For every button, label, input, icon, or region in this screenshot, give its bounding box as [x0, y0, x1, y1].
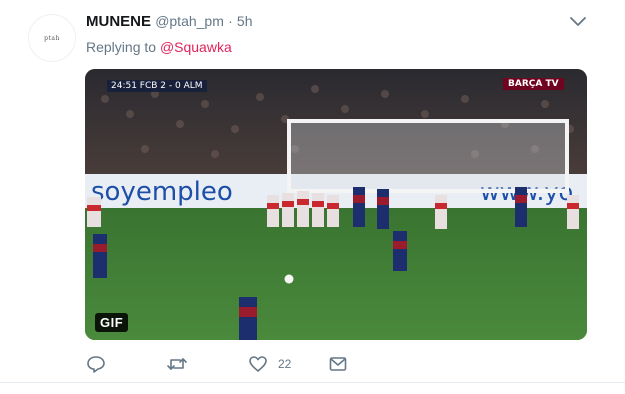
like-count: 22: [278, 357, 292, 371]
tweet-actions: 22: [86, 352, 386, 376]
football-scene: soyempleo www.yo: [85, 69, 587, 340]
direct-message-button[interactable]: [328, 352, 348, 376]
replying-to-label: Replying to: [86, 39, 157, 55]
replying-to-line: Replying to @Squawka: [86, 39, 232, 55]
tweet-divider: [0, 382, 625, 383]
author-handle[interactable]: @ptah_pm: [155, 13, 224, 29]
pitch: [85, 208, 587, 340]
football: [284, 274, 294, 284]
gif-media[interactable]: soyempleo www.yo: [85, 69, 587, 340]
scorebug: 24:51 FCB 2 - 0 ALM: [107, 80, 207, 92]
reply-icon: [87, 356, 105, 373]
reply-mention-link[interactable]: @Squawka: [160, 39, 232, 55]
tweet-card: ptah MUNENE @ptah_pm · 5h Replying to @S…: [0, 0, 625, 394]
author-name[interactable]: MUNENE: [86, 13, 151, 30]
chevron-down-icon[interactable]: [568, 14, 588, 30]
header-separator: ·: [228, 13, 233, 29]
retweet-icon: [167, 358, 187, 370]
avatar[interactable]: ptah: [28, 14, 76, 62]
ad-left-text: soyempleo: [91, 177, 233, 207]
reply-button[interactable]: [86, 352, 106, 376]
avatar-text: ptah: [44, 34, 60, 42]
heart-icon: [249, 356, 267, 372]
tweet-header: MUNENE @ptah_pm · 5h: [86, 13, 252, 30]
gif-badge: GIF: [95, 313, 129, 332]
like-button[interactable]: 22: [248, 352, 291, 376]
retweet-button[interactable]: [166, 352, 188, 376]
envelope-icon: [329, 357, 347, 371]
tweet-time[interactable]: 5h: [237, 13, 253, 29]
channel-logo: BARÇA TV: [503, 78, 564, 90]
